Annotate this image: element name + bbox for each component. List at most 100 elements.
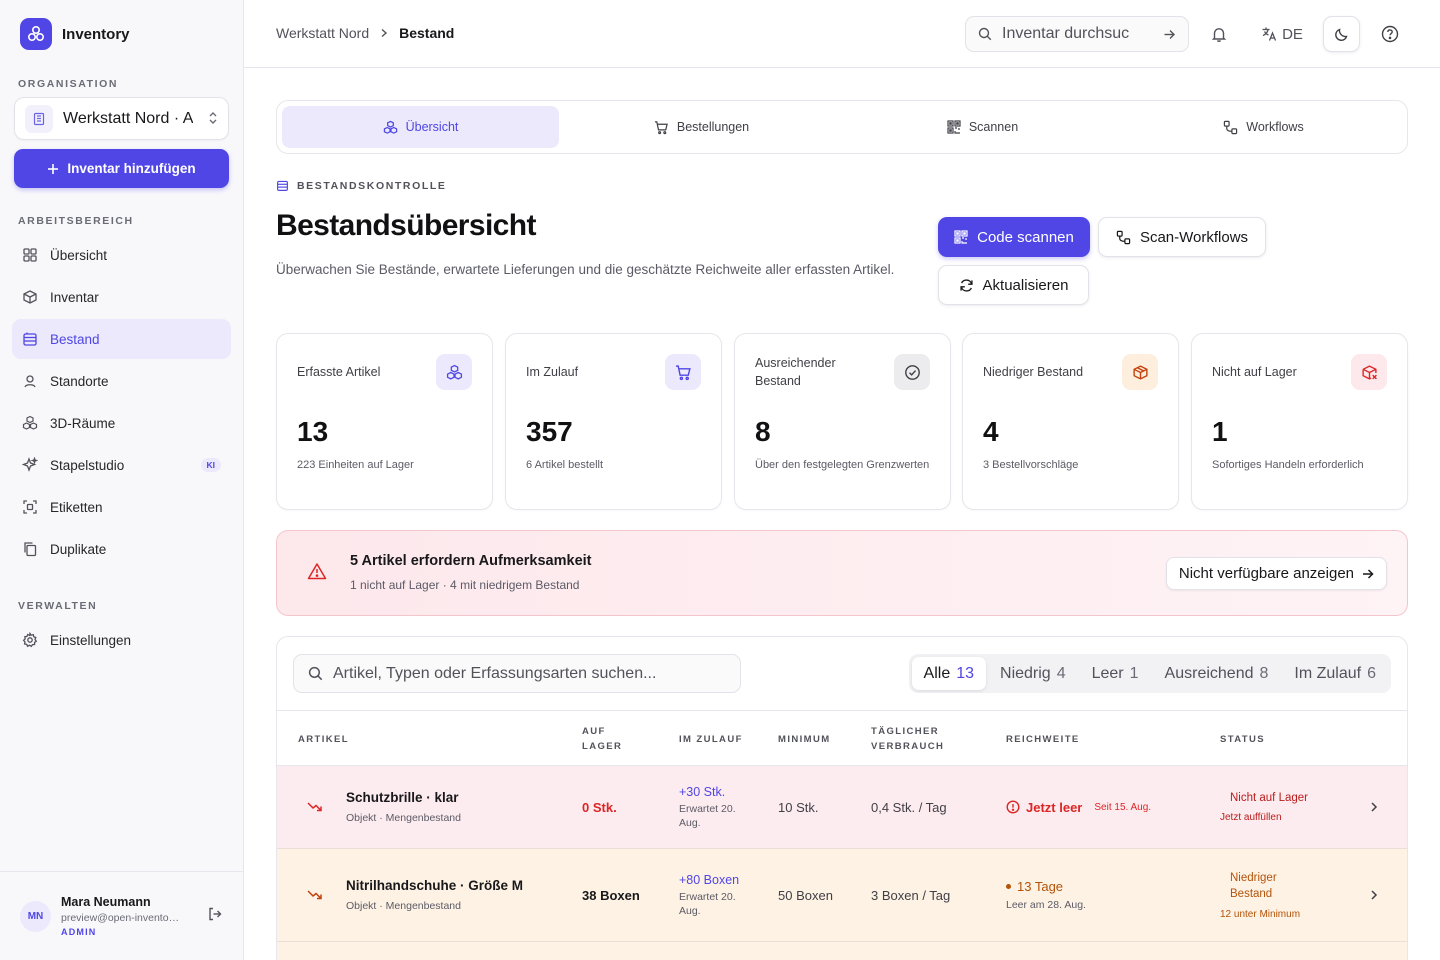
sidebar-item-3d-rooms[interactable]: 3D-Räume [12,403,231,443]
filter-count: 8 [1259,664,1269,682]
global-search-input[interactable]: Inventar durchsuc [1002,25,1142,43]
tab-label: Übersicht [405,120,459,134]
bell-icon[interactable] [1207,16,1231,52]
incoming-cell: +30 Stk. Erwartet 20. Aug. [679,766,749,848]
table-header: ARTIKEL AUF LAGER IM ZULAUF MINIMUM TÄGL… [277,710,1407,767]
item-name: Nitrilhandschuhe · Größe M [346,878,524,893]
filter-sufficient[interactable]: Ausreichend 8 [1153,657,1281,690]
sidebar-item-stack-studio[interactable]: Stapelstudio KI [12,445,231,485]
column-header-incoming[interactable]: IM ZULAUF [679,711,743,767]
daily-usage-cell: 3 Boxen / Tag [871,849,950,941]
filter-label: Ausreichend [1164,664,1254,682]
sidebar-item-locations[interactable]: Standorte [12,361,231,401]
stat-subtext: 3 Bestellvorschläge [983,459,1079,471]
add-inventory-button[interactable]: Inventar hinzufügen [14,149,229,188]
filter-low[interactable]: Niedrig 4 [988,657,1078,690]
table-row[interactable]: Nitrilhandschuhe · Größe M Objekt · Meng… [277,849,1407,942]
breadcrumb: Werkstatt Nord Bestand [276,25,454,41]
sidebar-item-settings[interactable]: Einstellungen [12,620,231,660]
item-cell: Nitrilhandschuhe · Größe M Objekt · Meng… [346,849,523,941]
filter-label: Im Zulauf [1294,664,1362,682]
scan-workflows-button[interactable]: Scan-Workflows [1098,217,1266,257]
tab-orders[interactable]: Bestellungen [563,106,840,148]
table-row[interactable] [277,942,1407,960]
stack-icon [23,332,37,346]
filter-count: 1 [1129,664,1139,682]
sidebar-item-label: Einstellungen [50,632,132,648]
scan-code-button[interactable]: Code scannen [938,217,1090,257]
reach-value: Jetzt leer [1026,799,1083,815]
stat-card-out-of-stock: Nicht auf Lager 1 Sofortiges Handeln erf… [1191,333,1408,510]
reach-subtext: Seit 15. Aug. [1094,801,1152,813]
column-header-item[interactable]: ARTIKEL [298,711,349,767]
filter-incoming[interactable]: Im Zulauf 6 [1282,657,1388,690]
theme-toggle-button[interactable] [1323,16,1360,52]
table-row[interactable]: Schutzbrille · klar Objekt · Mengenbesta… [277,766,1407,849]
column-header-minimum[interactable]: MINIMUM [778,711,831,767]
sidebar-item-inventory[interactable]: Inventar [12,277,231,317]
ai-badge: KI [200,458,221,472]
sidebar-item-duplicates[interactable]: Duplikate [12,529,231,569]
tab-overview[interactable]: Übersicht [282,106,559,148]
global-search[interactable]: Inventar durchsuc [965,16,1189,52]
package-icon [1122,354,1158,390]
on-hand-value: 0 Stk. [582,799,617,815]
sidebar-item-labels[interactable]: Etiketten [12,487,231,527]
cubes-icon [22,415,38,430]
avatar[interactable]: MN [20,900,51,932]
item-meta: Objekt · Mengenbestand [346,900,461,912]
incoming-cell: +80 Boxen Erwartet 20. Aug. [679,849,749,941]
tab-workflows[interactable]: Workflows [1125,106,1402,148]
grid-icon [23,248,37,262]
stat-subtext: Sofortiges Handeln erforderlich [1212,459,1364,471]
org-selector[interactable]: Werkstatt Nord · A [14,97,229,140]
filter-count: 13 [956,664,975,682]
show-unavailable-button[interactable]: Nicht verfügbare anzeigen [1165,557,1387,590]
language-switcher[interactable]: DE [1257,16,1307,52]
column-header-line: LAGER [582,741,623,752]
sidebar-item-stock[interactable]: Bestand [12,319,231,359]
reach-subtext: Leer am 28. Aug. [1006,899,1086,911]
column-header-reach[interactable]: REICHWEITE [1006,711,1080,767]
column-header-status[interactable]: STATUS [1220,711,1265,767]
filter-empty[interactable]: Leer 1 [1080,657,1151,690]
user-role-badge: ADMIN [61,927,97,937]
help-icon[interactable] [1378,16,1402,52]
filter-all[interactable]: Alle 13 [911,657,987,690]
cubes-icon [436,354,472,390]
column-header-on-hand[interactable]: AUF LAGER [582,711,622,767]
app-name: Inventory [62,25,130,43]
reach-cell: 13 Tage Leer am 28. Aug. [1006,849,1086,941]
table-search[interactable]: Artikel, Typen oder Erfassungsarten such… [293,654,741,693]
user-email: preview@open-inventory.app [61,912,181,924]
breadcrumb-item[interactable]: Werkstatt Nord [276,25,369,41]
moon-icon [1335,28,1348,41]
chevron-right-icon[interactable] [1369,849,1379,941]
table-search-input[interactable]: Artikel, Typen oder Erfassungsarten such… [333,665,656,683]
refresh-icon [959,278,973,292]
stat-value: 8 [755,416,771,447]
sidebar-item-overview[interactable]: Übersicht [12,235,231,275]
status-cell: Niedriger Bestand 12 unter Minimum [1220,849,1320,941]
sidebar-item-label: Standorte [50,373,109,389]
box-icon [23,290,37,304]
reach-cell: Jetzt leer Seit 15. Aug. [1006,766,1151,848]
refresh-label: Aktualisieren [982,276,1069,294]
column-header-daily-usage[interactable]: TÄGLICHER VERBRAUCH [871,711,944,767]
user-profile: MN Mara Neumann preview@open-inventory. a… [0,871,243,960]
stack-icon [277,180,288,191]
brand[interactable]: Inventory [20,18,130,50]
tab-scan[interactable]: Scannen [844,106,1121,148]
daily-usage-value: 0,4 Stk. / Tag [871,799,947,815]
sidebar-item-label: Bestand [50,331,100,347]
alert-subtitle: 1 nicht auf Lager · 4 mit niedrigem Best… [350,578,580,592]
logout-icon[interactable] [207,906,223,927]
workflow-icon [1116,230,1131,244]
minimum-value: 50 Boxen [778,887,833,903]
stat-label: Im Zulauf [526,365,579,379]
check-circle-icon [894,354,930,390]
status-hint: Jetzt auffüllen [1220,811,1282,823]
refresh-button[interactable]: Aktualisieren [938,265,1089,305]
item-name: Schutzbrille · klar [346,790,459,805]
chevron-right-icon[interactable] [1369,766,1379,848]
